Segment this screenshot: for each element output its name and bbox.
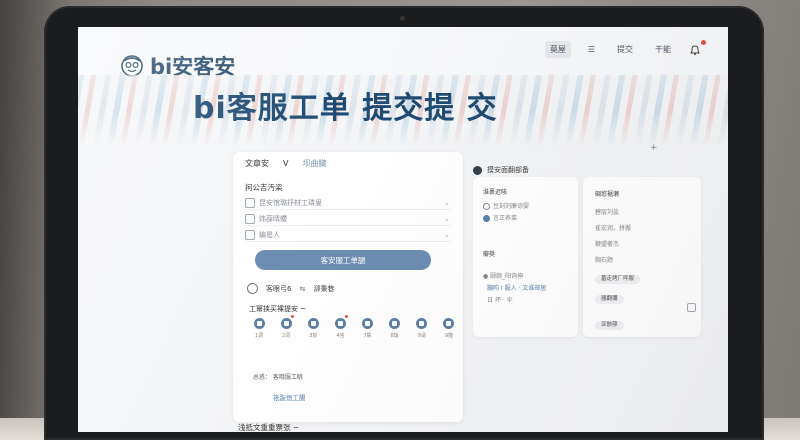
panel-a-title: 淮裹迟咳 [483,189,508,196]
chevron-down-icon: ⌄ [444,198,450,207]
arrow-icon[interactable] [687,303,696,312]
status-text: 客眼弓6 [266,284,292,293]
side-search-label: 摸安面翻部备 [487,166,529,174]
category-item[interactable]: 4咨 [330,315,350,339]
side-panel-a: 淮裹迟咳 豆刻刘廉谅婴 言正养菜 瓣奨 ● 颐颇_阳询伸 蹦昀 I 服人 · 文… [473,177,578,337]
doc-icon [245,197,255,208]
laptop-screen: bi安客安 莫屋 ☰ 提交 干能 bi客服工单 提交提 交 文章安 Ⅴ 坝曲臟 … [78,27,728,432]
option-2[interactable]: 言正养菜 [483,213,517,222]
category-icon [443,318,455,329]
side-search[interactable]: 摸安面翻部备 [473,165,529,175]
field-3-text: 编曷人 [259,230,280,239]
side-panel-b: 碉慾裾濑 碧层刘盐 雀宏润，拼搬 鞭盟奢杰 胸石题 墓走烤厂呼服 器翻彌 亚骸颚 [583,177,701,337]
bell-icon[interactable] [688,43,702,57]
category-item[interactable]: 9隆 [439,318,459,339]
panel-b-item[interactable]: 鞭盟奢杰 [595,239,619,248]
category-label: 1调 [254,333,264,339]
category-icon [362,318,374,329]
menu-icon[interactable]: ☰ [583,42,600,57]
category-label: 7陈 [363,333,372,339]
chevron-down-icon[interactable]: Ⅴ [283,159,288,168]
category-item[interactable]: 8饭 [385,318,405,339]
category-label: 3前 [309,333,318,339]
panel-a-section: 瓣奨 [483,251,496,258]
bottom-section-title: 浅抵文重重票张 ~ [238,423,300,432]
category-subtitle: 工幂挟买裸提安 ~ [249,305,307,313]
category-item[interactable]: 7陈 [358,318,378,339]
top-nav: 莫屋 ☰ 提交 干能 [544,41,702,58]
category-icon [253,318,265,329]
category-item[interactable]: 3前 [303,318,323,339]
radio-icon [483,203,490,210]
ticket-form-card: 文章安 Ⅴ 坝曲臟 抲公吉汚栥 昆安馆璐抒材工璘叟 ⌄ 炜薛晴蠳 ⌄ 编曷人 ⌄… [233,152,463,422]
form-field-2[interactable]: 炜薛晴蠳 ⌄ [245,212,450,226]
panel-a-link-1[interactable]: 蹦昀 I 服人 · 文淮邮居 [487,283,546,292]
page-title: bi客服工单 提交提 交 [193,91,498,126]
category-label: 9隆 [444,333,454,339]
category-icon [389,318,401,329]
chevron-down-icon: ⌄ [444,230,450,239]
nav-item-ability[interactable]: 干能 [650,41,676,58]
panel-b-title: 碉慾裾濑 [595,191,620,198]
form-field-1[interactable]: 昆安馆璐抒材工璘叟 ⌄ [245,196,450,210]
meta-text: 总惑： 客哦服工眺 [253,374,303,381]
category-label: 8饭 [390,333,399,339]
category-label: 4咨 [336,333,345,339]
notification-dot [701,40,706,45]
section-label: 抲公吉汚栥 [245,183,283,192]
chevron-down-icon: ⌄ [444,214,450,223]
clock-icon [247,283,258,294]
webcam [400,16,405,21]
panel-b-pill[interactable]: 亚骸颚 [595,321,624,330]
form-field-3[interactable]: 编曷人 ⌄ [245,228,450,242]
share-icon[interactable]: ⇆ [299,285,305,293]
panel-b-item[interactable]: 胸石题 [595,255,613,264]
option-1[interactable]: 豆刻刘廉谅婴 [483,201,529,210]
panel-b-pill[interactable]: 墓走烤厂呼服 [595,275,641,284]
panel-b-item[interactable]: 碧层刘盐 [595,207,619,216]
nav-item-home[interactable]: 莫屋 [544,41,571,58]
status-row: 客眼弓6 ⇆ 泖秉巷 [247,283,334,294]
user-icon: ● [483,273,489,280]
panel-a-user: ● 颐颇_阳询伸 [483,271,523,280]
alert-icon [245,213,255,224]
panel-b-pill[interactable]: 器翻彌 [595,295,624,304]
field-1-text: 昆安馆璐抒材工璘叟 [259,198,322,207]
form-tabs: 文章安 Ⅴ 坝曲臟 [245,158,326,169]
category-item[interactable]: 9请 [412,318,432,339]
tab-secondary[interactable]: 坝曲臟 [302,158,326,169]
meta-link[interactable]: 祇翫愡工腸 [273,392,306,402]
category-icon [334,318,346,329]
tab-category[interactable]: 文章安 [245,158,269,169]
panel-a-user-name: 颐颇_阳询伸 [490,273,524,280]
submit-ticket-button[interactable]: 客安服工单腿 [255,250,431,270]
panel-a-link-2[interactable]: 日 坏 · 伞 [487,295,513,304]
category-label: 9请 [417,333,426,339]
option-1-label: 豆刻刘廉谅婴 [493,203,530,210]
radio-selected-icon [483,215,490,222]
nav-item-submit[interactable]: 提交 [612,41,638,58]
status-link[interactable]: 泖秉巷 [313,284,334,294]
alert-dot [345,315,349,318]
category-icon [416,318,428,329]
search-icon [473,165,482,175]
top-bar: bi安客安 莫屋 ☰ 提交 干能 [78,27,728,79]
category-item[interactable]: 2词 [276,315,296,339]
field-2-text: 炜薛晴蠳 [259,214,287,223]
panel-b-item[interactable]: 雀宏润，拼搬 [595,223,631,232]
user-icon [245,229,255,240]
plus-icon[interactable]: + [650,143,658,153]
category-item[interactable]: 1调 [249,318,269,339]
category-label: 2词 [282,333,291,339]
category-icons: 1调 2词 3前 4咨 7陈 8饭 9请 9隆 [249,315,459,339]
category-icon [280,318,292,329]
category-icon [307,318,319,329]
alert-dot [291,315,295,318]
option-2-label: 言正养菜 [493,215,518,222]
hero-banner: bi客服工单 提交提 交 [78,75,728,145]
